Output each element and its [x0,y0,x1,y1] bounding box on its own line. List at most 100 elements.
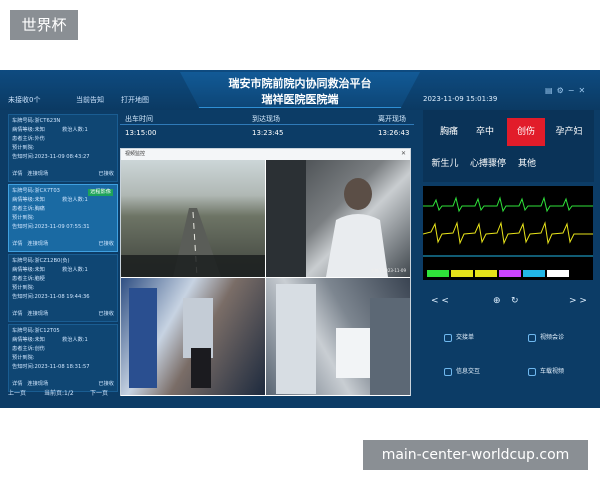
case-level: 病情等级:未知 [12,127,45,133]
tab-trauma[interactable]: 创伤 [507,118,545,146]
connect-scene-button[interactable]: 连接现场 [27,241,48,247]
action-label: 交接单 [456,334,475,341]
action-label: 视频会诊 [540,334,565,341]
next-page-button[interactable]: 下一页 [90,388,108,397]
case-card[interactable]: 车牌号码:浙CT623N 病情等级:未知 救治人数:1 患者主诉:外伤 预计到院:… [8,114,118,182]
cabin-scene-graphic [276,284,410,395]
case-notice-time: 告知时间:2023-11-09 08:43:27 [12,154,90,160]
case-notice-time: 告知时间:2023-11-08 19:44:36 [12,294,90,300]
video-monitor-window[interactable]: 视频监控 ✕ 前舱1 2023-11-09 [120,148,411,396]
window-controls: ▤ ⚙ − ✕ [545,86,589,95]
current-alert-link[interactable]: 当前告知 [76,95,104,105]
detail-link[interactable]: 详情 [12,381,22,387]
tab-chest-pain[interactable]: 胸痛 [430,118,468,146]
page-title: 瑞安市院前院内协同救治平台 [228,77,372,90]
camera-feed-cabin-left[interactable] [121,278,265,395]
header-datetime: 2023-11-09 15:01:39 [423,95,498,103]
timing-header-row: 出车时间 到达现场 离开现场 [120,112,414,125]
case-list: 车牌号码:浙CT623N 病情等级:未知 救治人数:1 患者主诉:外伤 预计到院:… [8,114,118,396]
monitor-nav-row: < < ⊕ ↻ > > [423,296,594,308]
camera-caption: 前舱1 2023-11-09 [370,268,406,273]
case-card-selected[interactable]: 远程影像 车牌号码:浙CX7T03 病情等级:未知 救治人数:1 患者主诉:胸痛 … [8,184,118,252]
header-bar: 瑞安市院前院内协同救治平台 瑞祥医院医院端 未接收0个 当前告知 打开地图 20… [0,70,600,110]
cab-scene-graphic [266,160,388,277]
action-label: 信息交互 [456,368,481,375]
monitor-next-button[interactable]: > > [569,296,587,306]
video-window-title: 视频监控 [121,149,410,160]
case-complaint: 患者主诉:外伤 [12,136,45,142]
case-card[interactable]: 车牌号码:浙CZ12B0(负) 病情等级:未知 救治人数:1 患者主诉:脑梗 预计… [8,254,118,322]
camera-feed-cabin-right[interactable] [266,278,410,395]
parameter-box [547,270,569,277]
camera-feed-road[interactable] [121,160,265,277]
tab-maternal[interactable]: 孕产妇 [548,118,590,146]
vehicle-video-button[interactable]: 车载视频 [528,366,564,376]
case-plate: 车牌号码:浙CT623N [12,118,61,124]
video-call-icon [528,333,536,342]
minimize-icon[interactable]: − [568,86,575,95]
tab-newborn[interactable]: 新生儿 [426,150,464,178]
case-complaint: 患者主诉:创伤 [12,346,45,352]
case-person-count: 救治人数:1 [62,127,88,133]
monitor-prev-button[interactable]: < < [431,296,449,306]
detail-link[interactable]: 详情 [12,171,22,177]
case-eta: 预计到院: [12,145,35,151]
tab-cardiac-arrest[interactable]: 心搏骤停 [466,150,510,178]
remote-image-badge: 远程影像 [88,189,113,196]
case-level: 病情等级:未知 [12,267,45,273]
zoom-in-icon[interactable]: ⊕ [493,296,501,306]
table-cell: 13:15:00 [125,129,157,137]
video-close-icon[interactable]: ✕ [401,150,406,157]
parameter-box [427,270,449,277]
column-header: 出车时间 [125,115,153,123]
app-window: 瑞安市院前院内协同救治平台 瑞祥医院医院端 未接收0个 当前告知 打开地图 20… [0,70,600,408]
case-status: 已接收 [98,241,114,247]
camera-feed-cab[interactable]: 前舱1 2023-11-09 [266,160,410,277]
column-header: 离开现场 [378,115,406,123]
case-level: 病情等级:未知 [12,337,45,343]
info-exchange-button[interactable]: 信息交互 [444,366,480,376]
case-status: 已接收 [98,311,114,317]
case-eta: 预计到院: [12,215,35,221]
document-icon [444,333,452,342]
detail-link[interactable]: 详情 [12,311,22,317]
case-eta: 预计到院: [12,355,35,361]
connect-scene-button[interactable]: 连接现场 [27,171,48,177]
close-icon[interactable]: ✕ [578,86,585,95]
video-consult-button[interactable]: 视频会诊 [528,332,564,342]
case-card[interactable]: 车牌号码:浙C12T05 病情等级:未知 救治人数:1 患者主诉:创伤 预计到院:… [8,324,118,392]
case-complaint: 患者主诉:脑梗 [12,276,45,282]
refresh-icon[interactable]: ↻ [511,296,519,306]
case-person-count: 救治人数:1 [62,337,88,343]
settings-icon[interactable]: ⚙ [557,86,564,95]
action-label: 车载视频 [540,368,565,375]
prev-page-button[interactable]: 上一页 [8,388,26,397]
connect-scene-button[interactable]: 连接现场 [27,311,48,317]
case-plate: 车牌号码:浙C12T05 [12,328,60,334]
case-status: 已接收 [98,171,114,177]
parameter-box [523,270,545,277]
receive-status: 未接收0个 [8,96,41,104]
table-cell: 13:23:45 [252,129,284,137]
vital-signs-monitor [422,186,593,280]
open-map-link[interactable]: 打开地图 [121,95,149,105]
connect-scene-button[interactable]: 连接现场 [27,381,48,387]
tab-other[interactable]: 其他 [508,150,546,178]
pagination: 上一页 当前页:1/2 下一页 [8,388,113,400]
document-icon[interactable]: ▤ [545,86,553,95]
tab-stroke[interactable]: 卒中 [466,118,504,146]
detail-link[interactable]: 详情 [12,241,22,247]
case-eta: 预计到院: [12,285,35,291]
ecg-waveform-graphic [422,196,593,257]
handover-sheet-button[interactable]: 交接单 [444,332,474,342]
parameter-box [451,270,473,277]
message-icon [444,367,452,376]
table-cell: 13:26:43 [378,129,410,137]
case-level: 病情等级:未知 [12,197,45,203]
monitor-parameter-row [427,270,589,277]
watermark-badge-bottom: main-center-worldcup.com [363,440,588,470]
column-header: 到达现场 [252,115,280,123]
case-notice-time: 告知时间:2023-11-09 07:55:31 [12,224,90,230]
cabin-scene-graphic [129,288,213,388]
page-indicator: 当前页:1/2 [44,390,74,397]
